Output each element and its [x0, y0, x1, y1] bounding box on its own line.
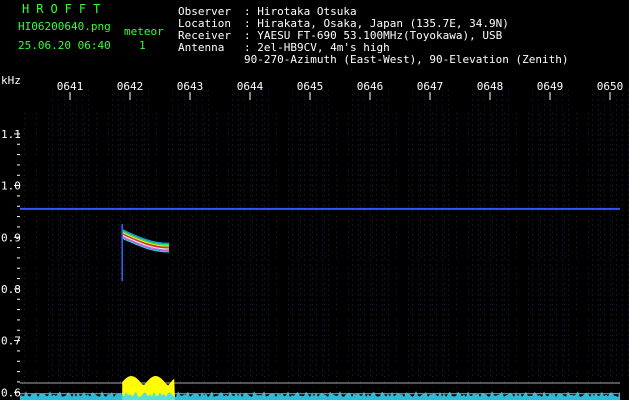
x-tick-label: 0649 [537, 80, 564, 93]
x-tick-label: 0648 [477, 80, 504, 93]
x-tick-label: 0646 [357, 80, 384, 93]
x-tick-label: 0645 [297, 80, 324, 93]
x-tick-label: 0650 [597, 80, 624, 93]
x-tick-label: 0642 [117, 80, 144, 93]
plot-area [20, 90, 620, 400]
spectrogram-plot: kHz1.11.00.90.80.70.60641 0642 0643 0644 064… [1, 74, 629, 400]
y-axis-unit-label: kHz [1, 74, 21, 87]
x-tick-label: 0647 [417, 80, 444, 93]
x-tick-label: 0641 [57, 80, 84, 93]
x-tick-label: 0644 [237, 80, 264, 93]
x-tick-label: 0643 [177, 80, 204, 93]
